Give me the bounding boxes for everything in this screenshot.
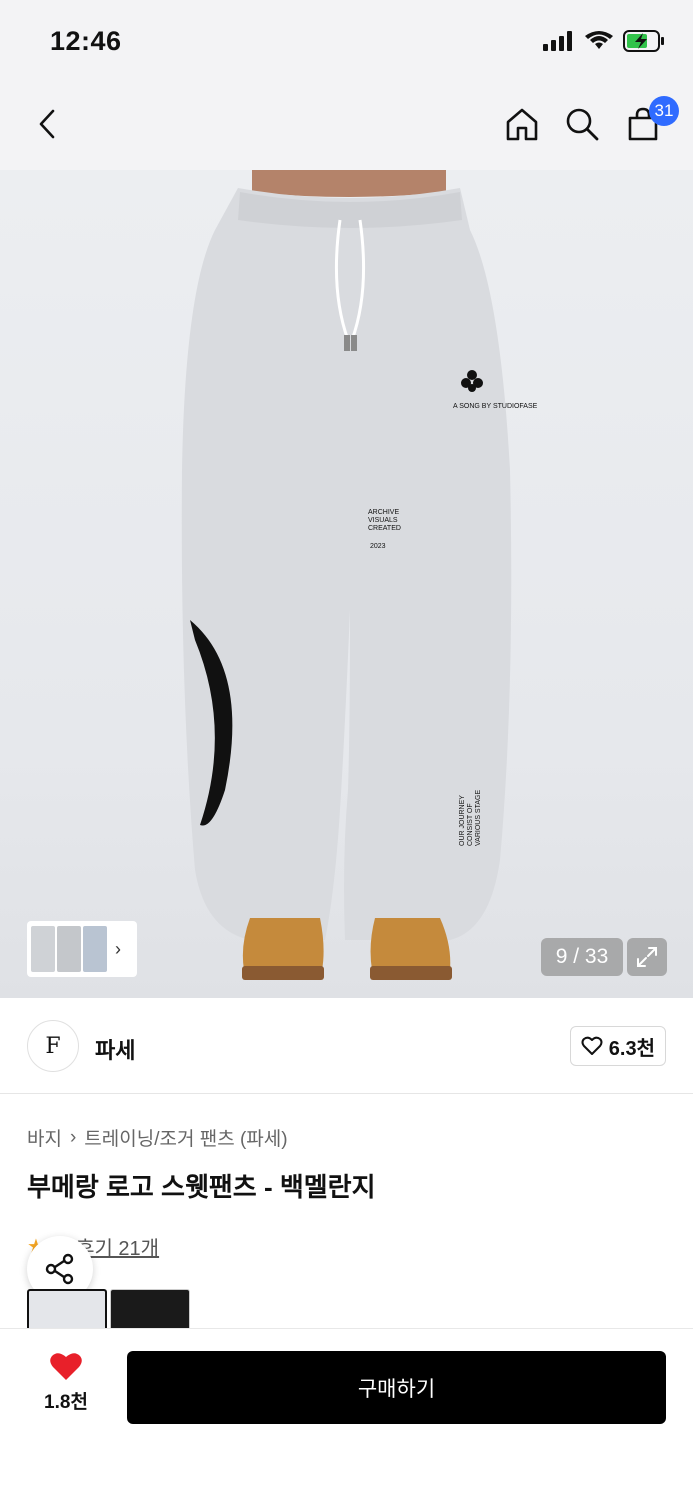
print-text-2b: VISUALS — [368, 517, 398, 524]
brand-like-count: 6.3천 — [608, 1037, 655, 1060]
print-text-2a: ARCHIVE — [368, 509, 399, 516]
chevron-left-icon — [39, 109, 55, 139]
thumbnail-strip-button[interactable]: › — [27, 921, 137, 977]
share-icon — [45, 1253, 74, 1285]
nav-bar: 31 — [0, 82, 693, 170]
expand-icon — [637, 947, 657, 967]
product-image-gallery[interactable]: A SONG BY STUDIOFASE ARCHIVE VISUALS CRE… — [0, 170, 693, 998]
cart-button[interactable]: 31 — [621, 96, 679, 146]
status-icons — [543, 30, 665, 52]
brand-logo: F — [27, 1020, 79, 1072]
back-button[interactable] — [26, 102, 70, 146]
wifi-icon — [585, 31, 613, 49]
breadcrumb: 바지 › 트레이닝/조거 팬츠 (파세) — [27, 1124, 288, 1151]
search-button[interactable] — [560, 102, 604, 146]
right-boot — [370, 918, 451, 970]
color-option-white[interactable] — [27, 1289, 107, 1329]
buy-button[interactable]: 구매하기 — [127, 1351, 666, 1424]
breadcrumb-item[interactable]: 트레이닝/조거 팬츠 (파세) — [84, 1124, 287, 1151]
cart-count-badge: 31 — [649, 96, 679, 126]
thumbnail-image — [57, 926, 81, 972]
home-icon — [506, 108, 538, 141]
thumbnail-image — [83, 926, 107, 972]
print-text-3c: VARIOUS STAGE — [475, 790, 482, 846]
print-text-2c: CREATED — [368, 525, 401, 532]
thumbnail-image — [31, 926, 55, 972]
bottom-action-bar: 1.8천 구매하기 — [0, 1328, 693, 1500]
signal-icon — [543, 31, 572, 51]
status-bar: 12:46 — [0, 0, 693, 82]
print-text-1: A SONG BY STUDIOFASE — [453, 403, 538, 410]
battery-charging-icon — [623, 30, 664, 52]
search-icon — [566, 108, 599, 141]
breadcrumb-item[interactable]: 바지 — [27, 1124, 62, 1151]
image-counter: 9 / 33 — [541, 938, 623, 976]
fullscreen-button[interactable] — [627, 938, 667, 976]
heart-outline-icon — [581, 1036, 603, 1055]
left-boot — [242, 918, 324, 970]
print-text-year: 2023 — [370, 543, 386, 550]
brand-row[interactable]: F 파세 6.3천 — [0, 998, 693, 1094]
status-time: 12:46 — [50, 26, 122, 56]
home-button[interactable] — [500, 102, 544, 146]
brand-like-button[interactable]: 6.3천 — [569, 1026, 666, 1066]
heart-filled-icon — [50, 1353, 82, 1380]
print-text-3a: OUR JOURNEY — [459, 795, 466, 846]
chevron-right-icon: › — [69, 1126, 77, 1148]
color-option-black[interactable] — [110, 1289, 190, 1329]
product-photo: A SONG BY STUDIOFASE ARCHIVE VISUALS CRE… — [181, 170, 538, 980]
brand-name[interactable]: 파세 — [95, 1033, 135, 1065]
chevron-right-icon: › — [115, 938, 121, 959]
like-count: 1.8천 — [44, 1392, 88, 1413]
product-title: 부메랑 로고 스웻팬츠 - 백멜란지 — [27, 1172, 376, 1202]
like-button[interactable]: 1.8천 — [36, 1351, 96, 1421]
print-text-3b: CONSIST OF — [467, 803, 474, 846]
